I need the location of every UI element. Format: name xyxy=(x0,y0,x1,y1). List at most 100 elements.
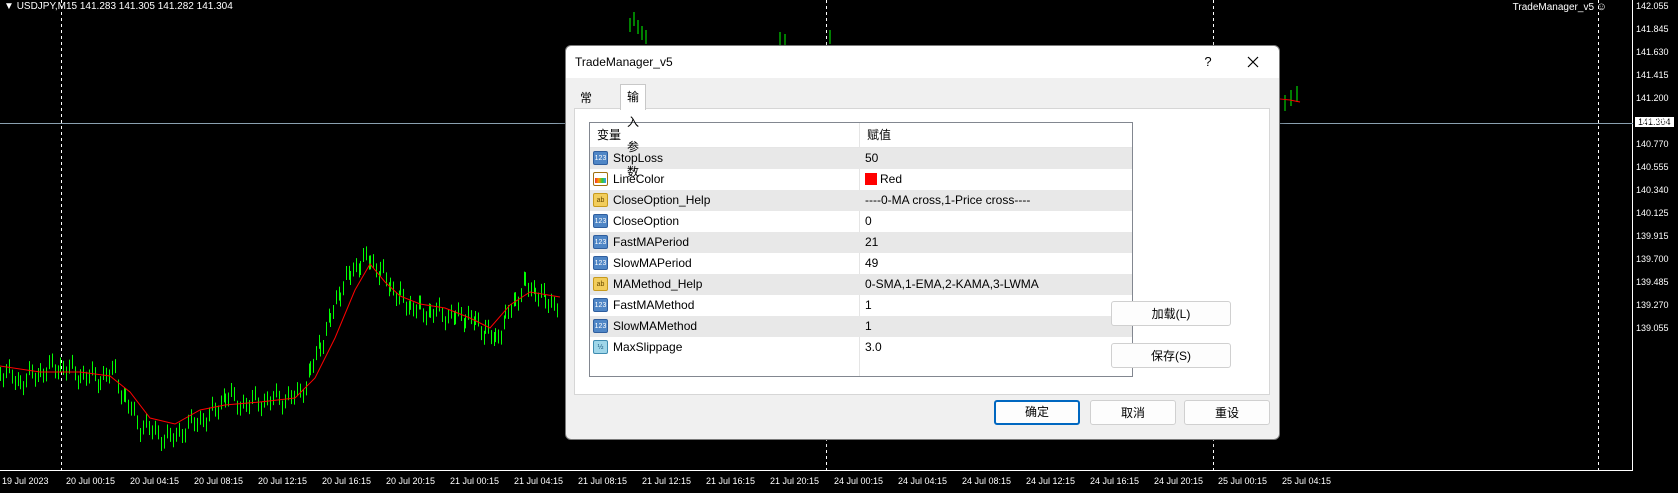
param-name: SlowMAPeriod xyxy=(613,256,692,270)
price-tick-label: 141.845 xyxy=(1636,24,1669,34)
param-value[interactable]: 49 xyxy=(865,253,878,274)
time-tick-label: 24 Jul 04:15 xyxy=(898,476,948,486)
price-tick-label: 140.125 xyxy=(1636,208,1669,218)
param-row[interactable]: LineColorRed xyxy=(590,169,1132,190)
price-tick-label: 141.415 xyxy=(1636,70,1669,80)
param-row[interactable]: ab MAMethod_Help 0-SMA,1-EMA,2-KAMA,3-LWMA xyxy=(590,274,1132,295)
reset-button[interactable]: 重设 xyxy=(1184,400,1270,425)
param-row[interactable]: 123 FastMAPeriod 21 xyxy=(590,232,1132,253)
param-row[interactable]: ab CloseOption_Help ----0-MA cross,1-Price… xyxy=(590,190,1132,211)
param-value[interactable]: 3.0 xyxy=(865,337,882,358)
time-tick-label: 24 Jul 20:15 xyxy=(1154,476,1204,486)
time-tick-label: 20 Jul 08:15 xyxy=(194,476,244,486)
double-icon: ½ xyxy=(593,340,608,354)
dialog-titlebar[interactable]: TradeManager_v5 ? xyxy=(566,46,1279,78)
price-tick-label: 140.555 xyxy=(1636,162,1669,172)
int-icon: 123 xyxy=(593,214,608,228)
param-name: FastMAMethod xyxy=(613,298,695,312)
time-tick-label: 24 Jul 12:15 xyxy=(1026,476,1076,486)
param-value[interactable]: 0 xyxy=(865,211,872,232)
param-row[interactable]: 123StopLoss50 xyxy=(590,148,1132,169)
param-name: CloseOption xyxy=(613,214,680,228)
price-tick-label: 139.700 xyxy=(1636,254,1669,264)
time-tick-label: 20 Jul 00:15 xyxy=(66,476,116,486)
param-value[interactable]: 0-SMA,1-EMA,2-KAMA,3-LWMA xyxy=(865,274,1039,295)
ea-name-label: TradeManager_v5 xyxy=(1512,2,1594,13)
time-tick-label: 24 Jul 16:15 xyxy=(1090,476,1140,486)
price-tick-label: 142.055 xyxy=(1636,1,1669,11)
param-name: MaxSlippage xyxy=(613,340,683,354)
param-row[interactable]: 123 SlowMAMethod 1 xyxy=(590,316,1132,337)
close-icon xyxy=(1247,56,1259,68)
moving-average-line xyxy=(0,263,561,425)
param-name: MAMethod_Help xyxy=(613,277,703,291)
time-tick-label: 21 Jul 20:15 xyxy=(770,476,820,486)
time-tick-label: 21 Jul 12:15 xyxy=(642,476,692,486)
time-tick-label: 21 Jul 00:15 xyxy=(450,476,500,486)
time-tick-label: 24 Jul 00:15 xyxy=(834,476,884,486)
param-row[interactable]: 123 CloseOption 0 xyxy=(590,211,1132,232)
time-tick-label: 25 Jul 00:15 xyxy=(1218,476,1268,486)
load-button[interactable]: 加载(L) xyxy=(1111,301,1231,326)
price-axis: 141.304 142.055 141.845 141.630 141.415 141.… xyxy=(1634,0,1678,493)
time-tick-label: 20 Jul 16:15 xyxy=(322,476,372,486)
int-icon: 123 xyxy=(593,319,608,333)
color-name: Red xyxy=(880,172,903,186)
time-tick-label: 19 Jul 2023 xyxy=(2,476,49,486)
symbol-line: USDJPY,M15 141.283 141.305 141.282 141.3… xyxy=(16,1,233,12)
time-tick-label: 20 Jul 20:15 xyxy=(386,476,436,486)
int-icon: 123 xyxy=(593,151,608,165)
param-name: SlowMAMethod xyxy=(613,319,698,333)
price-tick-label: 139.915 xyxy=(1636,231,1669,241)
param-row[interactable]: ½ MaxSlippage 3.0 xyxy=(590,337,1132,358)
string-icon: ab xyxy=(593,277,608,291)
save-button[interactable]: 保存(S) xyxy=(1111,343,1231,368)
price-tick-label: 140.770 xyxy=(1636,139,1669,149)
price-tick-label: 139.485 xyxy=(1636,277,1669,287)
ok-button[interactable]: 确定 xyxy=(994,400,1080,425)
price-tick-label: 141.200 xyxy=(1636,93,1669,103)
time-tick-label: 20 Jul 04:15 xyxy=(130,476,180,486)
smile-icon[interactable]: ☺ xyxy=(1596,1,1607,13)
time-tick-label: 21 Jul 04:15 xyxy=(514,476,564,486)
grid-header: 变量 赋值 xyxy=(590,123,1132,148)
dialog-title: TradeManager_v5 xyxy=(575,55,673,69)
properties-dialog: TradeManager_v5 ? 常用 输入参数 变量 赋值 123StopL… xyxy=(565,45,1280,440)
help-button[interactable]: ? xyxy=(1198,52,1218,72)
time-tick-label: 25 Jul 04:15 xyxy=(1282,476,1332,486)
int-icon: 123 xyxy=(593,256,608,270)
time-tick-label: 21 Jul 16:15 xyxy=(706,476,756,486)
dropdown-triangle-icon[interactable]: ▼ xyxy=(4,1,14,12)
header-value[interactable]: 赋值 xyxy=(860,123,1132,147)
symbol-info: ▼ USDJPY,M15 141.283 141.305 141.282 141… xyxy=(4,1,233,12)
price-tick-label: 140.340 xyxy=(1636,185,1669,195)
string-icon: ab xyxy=(593,193,608,207)
price-tick-label: 141.630 xyxy=(1636,47,1669,57)
time-tick-label: 24 Jul 08:15 xyxy=(962,476,1012,486)
param-name: FastMAPeriod xyxy=(613,235,690,249)
tab-common[interactable]: 常用 xyxy=(574,88,598,125)
tab-inputs[interactable]: 输入参数 xyxy=(620,84,647,179)
param-value[interactable]: 21 xyxy=(865,232,878,253)
price-tick-label: 139.270 xyxy=(1636,300,1669,310)
inputs-panel: 变量 赋值 123StopLoss50LineColorRed ab CloseOp… xyxy=(574,108,1270,395)
close-button[interactable] xyxy=(1242,51,1264,73)
param-value[interactable]: 1 xyxy=(865,316,872,337)
cancel-button[interactable]: 取消 xyxy=(1090,400,1176,425)
inputs-grid: 变量 赋值 123StopLoss50LineColorRed ab CloseOp… xyxy=(589,122,1133,377)
param-row[interactable]: 123 SlowMAPeriod 49 xyxy=(590,253,1132,274)
int-icon: 123 xyxy=(593,298,608,312)
int-icon: 123 xyxy=(593,235,608,249)
color-swatch xyxy=(865,173,877,185)
time-tick-label: 20 Jul 12:15 xyxy=(258,476,308,486)
param-value[interactable]: Red xyxy=(865,169,902,190)
param-name: CloseOption_Help xyxy=(613,193,711,207)
price-tick-label: 139.055 xyxy=(1636,323,1669,333)
time-tick-label: 21 Jul 08:15 xyxy=(578,476,628,486)
param-value[interactable]: ----0-MA cross,1-Price cross---- xyxy=(865,190,1030,211)
param-row[interactable]: 123 FastMAMethod 1 xyxy=(590,295,1132,316)
price-tick-label: 140.985 xyxy=(1636,116,1669,126)
color-icon xyxy=(593,172,608,186)
param-value[interactable]: 1 xyxy=(865,295,872,316)
param-value[interactable]: 50 xyxy=(865,148,878,169)
